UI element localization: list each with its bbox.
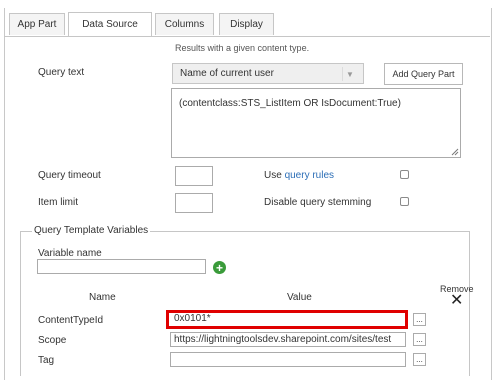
use-query-rules-label: Use query rules — [264, 170, 334, 181]
results-hint: Results with a given content type. — [175, 43, 310, 53]
query-text-value: (contentclass:STS_ListItem OR IsDocument… — [179, 98, 401, 109]
add-variable-icon[interactable]: + — [213, 261, 226, 274]
use-query-rules-checkbox[interactable] — [400, 170, 409, 179]
chevron-down-icon: ▼ — [342, 67, 357, 81]
variable-name-cell: Scope — [38, 335, 67, 346]
template-variables-legend: Query Template Variables — [32, 225, 151, 236]
column-header-name: Name — [89, 292, 116, 303]
add-query-part-label: Add Query Part — [392, 69, 455, 79]
tab-columns[interactable]: Columns — [155, 13, 214, 35]
tab-label: Data Source — [82, 19, 138, 30]
variable-name-cell: ContentTypeId — [38, 315, 104, 326]
value-picker-button[interactable]: ... — [413, 333, 426, 346]
tab-label: App Part — [17, 19, 57, 30]
remove-icon[interactable]: ✕ — [450, 290, 463, 309]
column-header-value: Value — [287, 292, 312, 303]
variable-name-label: Variable name — [38, 248, 102, 259]
query-timeout-input[interactable] — [175, 166, 213, 186]
value-picker-button[interactable]: ... — [413, 353, 426, 366]
ellipsis-label: ... — [416, 355, 423, 364]
tab-data-source[interactable]: Data Source — [68, 12, 152, 36]
disable-stemming-label: Disable query stemming — [264, 197, 372, 208]
variable-value-text: https://lightningtoolsdev.sharepoint.com… — [174, 334, 392, 345]
variable-value-input[interactable] — [170, 352, 406, 367]
value-picker-button[interactable]: ... — [413, 313, 426, 326]
tab-app-part[interactable]: App Part — [9, 13, 65, 35]
add-query-part-button[interactable]: Add Query Part — [384, 63, 463, 85]
query-text-area[interactable]: (contentclass:STS_ListItem OR IsDocument… — [171, 88, 461, 158]
ellipsis-label: ... — [416, 315, 423, 324]
query-text-label: Query text — [38, 67, 85, 78]
variable-name-input[interactable] — [37, 259, 206, 274]
tab-display[interactable]: Display — [219, 13, 274, 35]
query-rules-link[interactable]: query rules — [285, 170, 334, 181]
ellipsis-label: ... — [416, 335, 423, 344]
query-timeout-label: Query timeout — [38, 170, 101, 181]
tab-label: Columns — [164, 19, 205, 30]
item-limit-label: Item limit — [38, 197, 78, 208]
select-value: Name of current user — [180, 68, 274, 79]
item-limit-input[interactable] — [175, 193, 213, 213]
variable-name-cell: Tag — [38, 355, 55, 366]
tab-label: Display — [230, 19, 263, 30]
disable-stemming-checkbox[interactable] — [400, 197, 409, 206]
resize-grip-icon[interactable] — [451, 148, 459, 156]
tab-bar: App Part Data Source Columns Display — [4, 10, 490, 37]
variable-value-input[interactable]: https://lightningtoolsdev.sharepoint.com… — [170, 332, 406, 347]
query-part-select[interactable]: Name of current user ▼ — [172, 63, 364, 84]
use-query-rules-prefix: Use — [264, 170, 285, 181]
highlight-box — [166, 310, 408, 329]
